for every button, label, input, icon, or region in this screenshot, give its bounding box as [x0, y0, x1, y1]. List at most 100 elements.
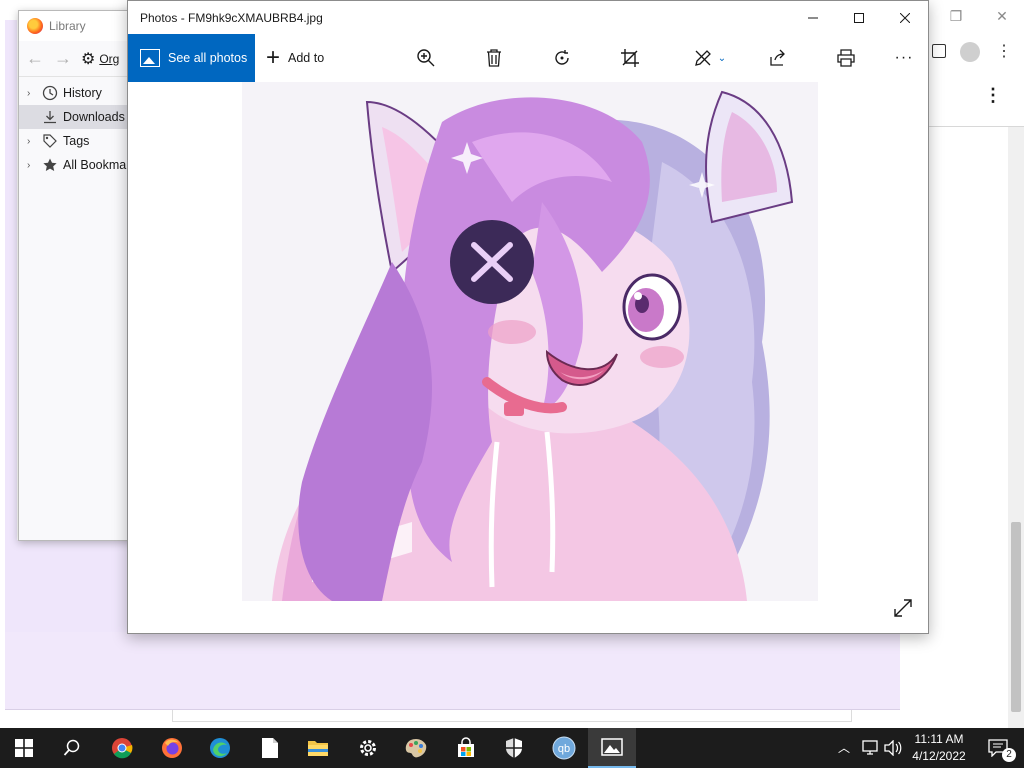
document-icon	[262, 738, 278, 758]
rotate-icon	[555, 50, 569, 65]
minimize-button[interactable]	[790, 1, 836, 34]
edit-draw-button[interactable]: ⌄	[688, 44, 732, 72]
share-icon	[770, 49, 785, 66]
tag-icon	[41, 132, 59, 150]
share-button[interactable]	[764, 44, 792, 72]
plus-icon: +	[266, 44, 281, 71]
edge-icon	[210, 738, 230, 758]
photo-viewer[interactable]	[128, 82, 928, 633]
browser-menu-icon[interactable]: ⋮	[996, 40, 1012, 64]
taskbar-edge[interactable]	[196, 728, 244, 768]
taskbar-store[interactable]	[442, 728, 490, 768]
clock-icon	[41, 84, 59, 102]
add-to-button[interactable]: + Add to	[266, 34, 324, 82]
back-arrow-icon[interactable]: ←	[25, 48, 45, 69]
notification-badge: 2	[1002, 748, 1016, 762]
close-button[interactable]	[882, 1, 928, 34]
folder-icon	[308, 741, 328, 756]
forward-arrow-icon[interactable]: →	[53, 48, 73, 69]
taskbar-file-explorer[interactable]	[294, 728, 342, 768]
crop-icon	[621, 49, 639, 67]
volume-icon	[884, 740, 902, 756]
add-to-label: Add to	[288, 51, 325, 65]
taskbar-settings[interactable]	[344, 728, 392, 768]
notification-button[interactable]: 2	[980, 728, 1016, 768]
gear-icon: ⚙	[81, 50, 96, 68]
chrome-icon	[112, 738, 133, 759]
taskbar-clock[interactable]: 11:11 AM 4/12/2022	[904, 731, 974, 765]
chevron-right-icon[interactable]: ›	[27, 88, 41, 99]
taskbar-photos[interactable]	[588, 728, 636, 768]
star-icon	[41, 156, 59, 174]
close-icon	[900, 12, 910, 23]
photo-icon	[140, 49, 160, 67]
rotate-button[interactable]	[548, 44, 576, 72]
see-all-photos-button[interactable]: See all photos	[128, 34, 255, 82]
maximize-button[interactable]	[836, 1, 882, 34]
zoom-in-icon	[417, 49, 435, 67]
restore-icon[interactable]: ❐	[946, 6, 966, 26]
windows-logo-icon	[15, 739, 33, 757]
shield-icon	[506, 738, 522, 758]
print-icon	[837, 49, 855, 67]
photos-command-bar: See all photos + Add to ⌄ ···	[128, 34, 928, 82]
taskbar-security[interactable]	[490, 728, 538, 768]
svg-text:qb: qb	[558, 743, 570, 755]
minimize-icon	[808, 17, 818, 18]
chevron-right-icon[interactable]: ›	[27, 136, 41, 147]
page-menu-icon[interactable]: ⋮	[984, 85, 1002, 106]
tree-item-label: All Bookmar	[63, 158, 131, 172]
sidebar-toggle-icon[interactable]	[932, 44, 946, 58]
taskbar-paint[interactable]	[392, 728, 440, 768]
trash-icon	[487, 49, 501, 67]
system-tray: ︿	[838, 728, 904, 768]
organize-button[interactable]: ⚙ Org	[81, 49, 119, 69]
maximize-icon	[854, 12, 864, 23]
taskbar-chrome[interactable]	[98, 728, 146, 768]
organize-label: Org	[99, 51, 120, 66]
taskbar: qb ︿ 11:11 AM 4/12/2022 2	[0, 728, 1024, 768]
library-title: Library	[49, 19, 86, 33]
taskbar-file[interactable]	[246, 728, 294, 768]
firefox-icon	[162, 738, 182, 758]
more-button[interactable]: ···	[890, 44, 918, 72]
background-page-bar	[172, 710, 852, 722]
background-page-footer	[5, 632, 931, 710]
tree-item-label: History	[63, 86, 102, 100]
taskbar-firefox[interactable]	[148, 728, 196, 768]
clock-time: 11:11 AM	[914, 732, 964, 746]
taskbar-qbittorrent[interactable]: qb	[540, 728, 588, 768]
print-button[interactable]	[832, 44, 860, 72]
profile-avatar[interactable]	[960, 42, 980, 62]
tree-item-label: Downloads	[63, 110, 125, 124]
expand-icon[interactable]	[892, 597, 914, 619]
download-icon	[41, 108, 59, 126]
scrollbar-thumb[interactable]	[1011, 522, 1021, 712]
clock-date: 4/12/2022	[912, 749, 966, 763]
start-button[interactable]	[0, 728, 48, 768]
qbittorrent-icon: qb	[552, 736, 576, 760]
store-bag-icon	[458, 737, 474, 757]
photos-icon	[601, 738, 623, 756]
search-icon	[63, 739, 80, 756]
chevron-up-icon[interactable]: ︿	[838, 739, 850, 756]
close-icon[interactable]: ✕	[992, 6, 1012, 26]
zoom-button[interactable]	[412, 44, 440, 72]
page-scrollbar[interactable]	[1008, 127, 1024, 728]
chevron-down-icon: ⌄	[717, 52, 727, 64]
paint-palette-icon	[405, 739, 427, 758]
anime-catgirl-artwork	[242, 82, 818, 601]
window-title: Photos - FM9hk9cXMAUBRB4.jpg	[140, 10, 323, 25]
firefox-icon	[27, 18, 43, 34]
network-icon	[862, 740, 878, 755]
crop-button[interactable]	[616, 44, 644, 72]
chevron-right-icon[interactable]: ›	[27, 160, 41, 171]
delete-button[interactable]	[480, 44, 508, 72]
tree-item-label: Tags	[63, 134, 90, 148]
see-all-label: See all photos	[168, 51, 248, 65]
edit-icon	[694, 50, 711, 66]
search-button[interactable]	[48, 728, 96, 768]
photos-window: Photos - FM9hk9cXMAUBRB4.jpg See all pho…	[127, 0, 929, 634]
settings-gear-icon	[360, 740, 376, 756]
photos-titlebar: Photos - FM9hk9cXMAUBRB4.jpg	[128, 1, 928, 34]
